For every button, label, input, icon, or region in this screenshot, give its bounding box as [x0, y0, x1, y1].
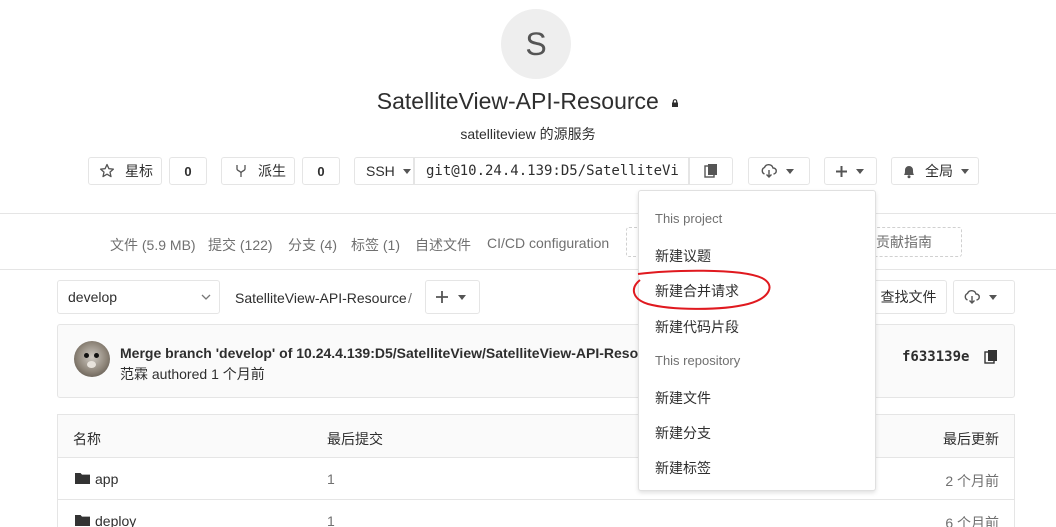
new-item-button[interactable] — [824, 157, 877, 185]
clipboard-icon[interactable] — [984, 349, 998, 365]
file-name[interactable]: deploy — [95, 513, 136, 527]
commit-sha[interactable]: f633139e — [902, 349, 969, 365]
fork-count[interactable]: 0 — [302, 157, 340, 185]
add-to-tree-button[interactable] — [425, 280, 480, 314]
avatar[interactable] — [74, 341, 110, 377]
nav-cicd[interactable]: CI/CD configuration — [487, 235, 609, 251]
notification-label: 全局 — [925, 163, 953, 179]
col-last-update: 最后更新 — [943, 431, 999, 447]
cloud-download-icon — [964, 290, 980, 304]
file-name[interactable]: app — [95, 471, 118, 487]
nav-files[interactable]: 文件 (5.9 MB) — [110, 235, 196, 255]
nav-tags[interactable]: 标签 (1) — [351, 235, 400, 255]
menu-new-snippet[interactable]: 新建代码片段 — [655, 317, 739, 337]
commit-message[interactable]: Merge branch 'develop' of 10.24.4.139:D5… — [120, 345, 640, 361]
commit-authored: authored — [151, 366, 208, 382]
star-button[interactable]: 星标 — [88, 157, 162, 185]
clone-url-input[interactable]: git@10.24.4.139:D5/SatelliteVi — [414, 157, 689, 185]
nav-commits[interactable]: 提交 (122) — [208, 235, 273, 255]
chevron-down-icon — [961, 168, 969, 174]
find-file-label: 查找文件 — [880, 289, 937, 305]
download-button[interactable] — [748, 157, 810, 185]
chevron-down-icon — [989, 294, 997, 300]
file-last-commit[interactable]: 1 — [327, 471, 335, 487]
breadcrumb-root[interactable]: SatelliteView-API-Resource — [235, 290, 407, 306]
tree-download-button[interactable] — [953, 280, 1015, 314]
menu-new-issue[interactable]: 新建议题 — [655, 246, 711, 266]
file-updated: 2 个月前 — [945, 473, 999, 489]
plus-icon — [436, 291, 448, 303]
table-row[interactable]: deploy 1 6 个月前 — [57, 500, 1015, 527]
menu-new-file[interactable]: 新建文件 — [655, 388, 711, 408]
project-name[interactable]: SatelliteView-API-Resource — [377, 88, 659, 114]
project-description: satelliteview 的源服务 — [460, 126, 596, 142]
divider — [0, 213, 1056, 214]
clone-protocol-select[interactable]: SSH — [354, 157, 414, 185]
chevron-down-icon — [201, 294, 211, 300]
dropdown-header-repo: This repository — [655, 353, 741, 368]
folder-icon — [75, 473, 90, 484]
commit-time: 1 个月前 — [211, 366, 265, 382]
project-avatar-letter: S — [525, 25, 547, 62]
breadcrumb-separator: / — [408, 290, 412, 306]
menu-new-tag[interactable]: 新建标签 — [655, 458, 711, 478]
fork-label: 派生 — [258, 163, 286, 179]
divider — [0, 269, 1056, 270]
menu-new-branch[interactable]: 新建分支 — [655, 423, 711, 443]
chevron-down-icon — [786, 168, 794, 174]
folder-icon — [75, 515, 90, 526]
file-updated: 6 个月前 — [945, 515, 999, 527]
copy-url-button[interactable] — [689, 157, 733, 185]
project-avatar: S — [501, 9, 571, 79]
branch-select[interactable]: develop — [57, 280, 220, 314]
fork-button[interactable]: 派生 — [221, 157, 295, 185]
branch-label: develop — [68, 289, 118, 305]
commit-meta: 范霖 authored 1 个月前 — [120, 364, 265, 384]
star-icon — [99, 163, 115, 178]
clipboard-icon — [704, 164, 717, 178]
highlight-annotation — [632, 269, 771, 310]
plus-icon — [836, 165, 847, 177]
star-label: 星标 — [125, 163, 153, 179]
cloud-download-icon — [761, 164, 777, 178]
dropdown-header-project: This project — [655, 211, 723, 226]
notification-button[interactable]: 全局 — [891, 157, 979, 185]
bell-icon — [904, 165, 914, 178]
star-count[interactable]: 0 — [169, 157, 207, 185]
chevron-down-icon — [402, 168, 411, 174]
nav-readme[interactable]: 自述文件 — [415, 235, 471, 255]
clone-protocol-label: SSH — [366, 163, 395, 179]
find-file-button[interactable]: 查找文件 — [870, 280, 947, 314]
chevron-down-icon — [458, 294, 466, 300]
new-item-dropdown: This project 新建议题 新建合并请求 新建代码片段 This rep… — [638, 190, 876, 491]
col-last-commit: 最后提交 — [327, 431, 383, 447]
chevron-down-icon — [856, 168, 864, 174]
lock-icon — [672, 99, 679, 107]
contribute-pill[interactable]: 添加贡献指南 — [862, 227, 962, 257]
file-last-commit[interactable]: 1 — [327, 513, 335, 527]
project-title: SatelliteView-API-Resource — [0, 88, 1056, 115]
fork-icon — [236, 165, 246, 177]
col-name: 名称 — [73, 431, 101, 447]
nav-branches[interactable]: 分支 (4) — [288, 235, 337, 255]
commit-author[interactable]: 范霖 — [120, 366, 148, 382]
